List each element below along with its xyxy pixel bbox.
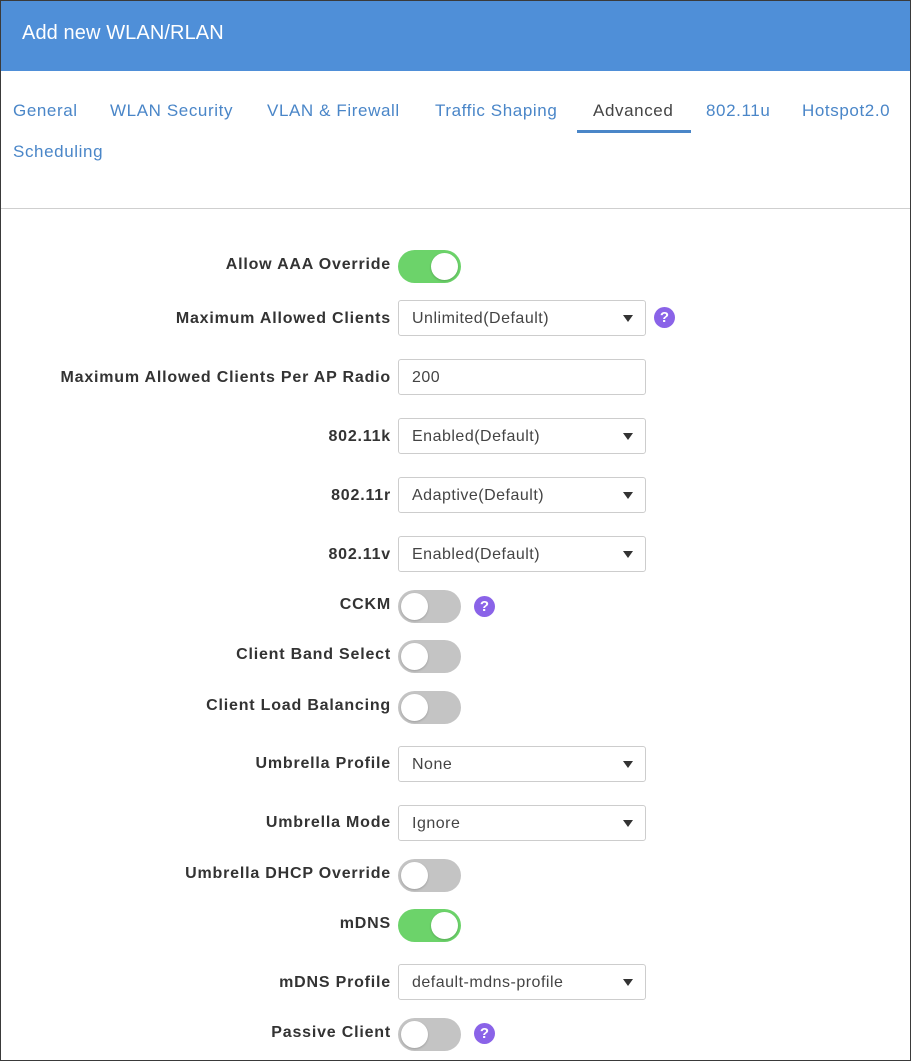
- umbrella-profile-select[interactable]: None: [398, 746, 646, 782]
- toggle-knob: [431, 912, 458, 939]
- mdns-label: mDNS: [339, 915, 391, 932]
- help-icon[interactable]: ?: [654, 307, 675, 328]
- passive-client-toggle[interactable]: [398, 1018, 461, 1051]
- client-load-balancing-toggle[interactable]: [398, 691, 461, 724]
- chevron-down-icon: [623, 979, 633, 986]
- mdns-profile-value: default-mdns-profile: [412, 974, 564, 991]
- dot11k-value: Enabled(Default): [412, 428, 541, 445]
- dot11r-select[interactable]: Adaptive(Default): [398, 477, 646, 513]
- mdns-toggle[interactable]: [398, 909, 461, 942]
- toggle-knob: [401, 643, 428, 670]
- tab-bar: General WLAN Security VLAN & Firewall Tr…: [1, 71, 910, 208]
- tab-vlan-firewall[interactable]: VLAN & Firewall: [267, 101, 400, 121]
- dot11r-label: 802.11r: [331, 487, 391, 504]
- allow-aaa-override-toggle[interactable]: [398, 250, 461, 283]
- max-clients-label: Maximum Allowed Clients: [175, 310, 391, 327]
- max-clients-select[interactable]: Unlimited(Default): [398, 300, 646, 336]
- tab-general[interactable]: General: [13, 101, 78, 121]
- dot11v-select[interactable]: Enabled(Default): [398, 536, 646, 572]
- chevron-down-icon: [623, 433, 633, 440]
- toggle-knob: [401, 694, 428, 721]
- dot11r-value: Adaptive(Default): [412, 487, 545, 504]
- active-tab-indicator: [577, 130, 691, 133]
- umbrella-mode-value: Ignore: [412, 815, 461, 832]
- mdns-profile-label: mDNS Profile: [279, 974, 391, 991]
- cckm-label: CCKM: [339, 596, 391, 613]
- dialog-header: Add new WLAN/RLAN: [1, 1, 910, 71]
- umbrella-mode-label: Umbrella Mode: [265, 814, 391, 831]
- dialog-window: Add new WLAN/RLAN General WLAN Security …: [0, 0, 911, 1061]
- passive-client-label: Passive Client: [271, 1024, 391, 1041]
- toggle-knob: [431, 253, 458, 280]
- umbrella-dhcp-override-toggle[interactable]: [398, 859, 461, 892]
- tab-scheduling[interactable]: Scheduling: [13, 142, 103, 162]
- umbrella-mode-select[interactable]: Ignore: [398, 805, 646, 841]
- chevron-down-icon: [623, 492, 633, 499]
- toggle-knob: [401, 862, 428, 889]
- help-icon[interactable]: ?: [474, 596, 495, 617]
- dot11k-label: 802.11k: [328, 428, 391, 445]
- dot11v-value: Enabled(Default): [412, 546, 541, 563]
- chevron-down-icon: [623, 761, 633, 768]
- max-clients-per-ap-radio-input[interactable]: 200: [398, 359, 646, 395]
- tab-802-11u[interactable]: 802.11u: [706, 101, 770, 121]
- client-band-select-label: Client Band Select: [236, 646, 391, 663]
- tab-traffic-shaping[interactable]: Traffic Shaping: [435, 101, 557, 121]
- tabs-divider: [1, 208, 910, 209]
- help-icon[interactable]: ?: [474, 1023, 495, 1044]
- umbrella-dhcp-override-label: Umbrella DHCP Override: [185, 865, 391, 882]
- max-clients-value: Unlimited(Default): [412, 310, 550, 327]
- tab-advanced[interactable]: Advanced: [593, 101, 673, 121]
- dot11v-label: 802.11v: [328, 546, 391, 563]
- chevron-down-icon: [623, 820, 633, 827]
- dialog-title: Add new WLAN/RLAN: [22, 22, 224, 44]
- umbrella-profile-label: Umbrella Profile: [255, 755, 391, 772]
- max-clients-per-ap-radio-value: 200: [412, 369, 441, 386]
- dot11k-select[interactable]: Enabled(Default): [398, 418, 646, 454]
- allow-aaa-override-label: Allow AAA Override: [225, 256, 391, 273]
- client-band-select-toggle[interactable]: [398, 640, 461, 673]
- client-load-balancing-label: Client Load Balancing: [206, 697, 391, 714]
- chevron-down-icon: [623, 315, 633, 322]
- tab-wlan-security[interactable]: WLAN Security: [110, 101, 233, 121]
- umbrella-profile-value: None: [412, 756, 453, 773]
- chevron-down-icon: [623, 551, 633, 558]
- tab-hotspot2[interactable]: Hotspot2.0: [802, 101, 890, 121]
- toggle-knob: [401, 1021, 428, 1048]
- max-clients-per-ap-radio-label: Maximum Allowed Clients Per AP Radio: [60, 369, 391, 386]
- cckm-toggle[interactable]: [398, 590, 461, 623]
- mdns-profile-select[interactable]: default-mdns-profile: [398, 964, 646, 1000]
- toggle-knob: [401, 593, 428, 620]
